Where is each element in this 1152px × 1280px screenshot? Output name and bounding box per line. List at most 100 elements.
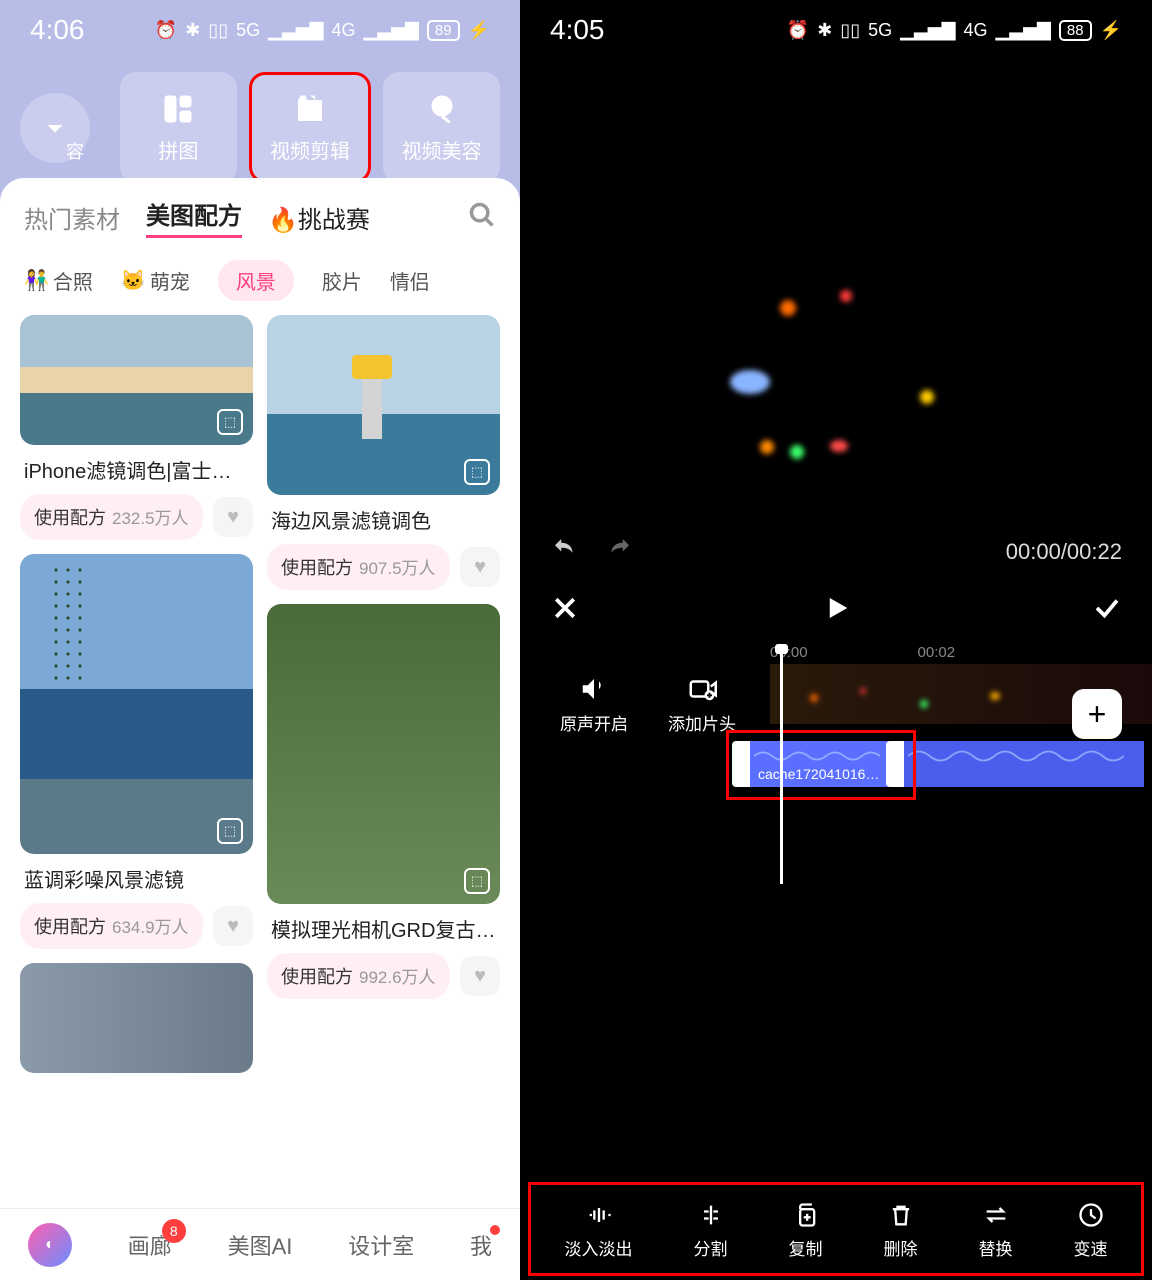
notification-dot — [490, 1225, 500, 1235]
chip-couple[interactable]: 情侣 — [390, 266, 430, 295]
nav-studio[interactable]: 设计室 — [348, 1229, 414, 1261]
card-thumb: ⬚ — [267, 604, 500, 904]
phone-right-editor: 4:05 ⏰ ✱ ▯▯ 5G▁▃▅▇ 4G▁▃▅▇ 88 ⚡ 00:00/00:… — [520, 0, 1152, 1280]
playhead[interactable] — [780, 650, 783, 884]
playback-controls: 00:00/00:22 — [520, 520, 1152, 583]
audio-clip[interactable] — [904, 741, 1144, 787]
card-thumb: ⬚ — [267, 315, 500, 495]
template-icon: ⬚ — [464, 868, 490, 894]
template-icon: ⬚ — [217, 409, 243, 435]
favorite-button[interactable]: ♥ — [213, 497, 253, 537]
charging-icon: ⚡ — [468, 20, 490, 41]
nav-me[interactable]: 我 — [470, 1229, 492, 1261]
card-title: 模拟理光相机GRD复古… — [267, 914, 500, 943]
signal-4g: 4G — [964, 20, 988, 41]
timeline-side-buttons: 原声开启 添加片头 — [560, 674, 736, 735]
video-edit-button[interactable]: 视频剪辑 — [249, 72, 372, 183]
template-icon: ⬚ — [464, 459, 490, 485]
nav-ai[interactable]: 美图AI — [228, 1229, 293, 1261]
nav-gallery[interactable]: 画廊8 — [128, 1229, 172, 1261]
puzzle-button[interactable]: 拼图 — [120, 72, 237, 183]
chip-pet[interactable]: 🐱萌宠 — [121, 266, 190, 295]
tool-fade[interactable]: 淡入淡出 — [565, 1201, 633, 1260]
chip-group[interactable]: 👫合照 — [24, 266, 93, 295]
bluetooth-icon: ✱ — [817, 20, 832, 41]
highlight-box-audio — [726, 730, 916, 800]
original-sound-button[interactable]: 原声开启 — [560, 674, 628, 735]
chip-scenery[interactable]: 风景 — [218, 260, 294, 301]
signal-5g: 5G — [236, 20, 260, 41]
vibrate-icon: ▯▯ — [840, 20, 860, 41]
favorite-button[interactable]: ♥ — [460, 547, 500, 587]
close-button[interactable] — [550, 593, 580, 628]
tab-recipe[interactable]: 美图配方 — [146, 196, 242, 238]
top-nav: 容 拼图 视频剪辑 视频美容 — [0, 60, 520, 195]
favorite-button[interactable]: ♥ — [460, 956, 500, 996]
tool-replace[interactable]: 替换 — [979, 1201, 1013, 1260]
tool-delete[interactable]: 删除 — [884, 1201, 918, 1260]
template-icon: ⬚ — [217, 818, 243, 844]
battery: 88 — [1059, 20, 1092, 41]
tool-copy[interactable]: 复制 — [789, 1201, 823, 1260]
timeline-area[interactable]: 00:00 00:02 原声开启 添加片头 + — [520, 634, 1152, 904]
use-recipe-button[interactable]: 使用配方992.6万人 — [267, 953, 450, 999]
time: 4:05 — [550, 14, 605, 46]
card-thumb: ⬚ — [20, 315, 253, 445]
card-item[interactable]: ⬚ 模拟理光相机GRD复古… 使用配方992.6万人 ♥ — [267, 604, 500, 999]
status-bar-right: 4:05 ⏰ ✱ ▯▯ 5G▁▃▅▇ 4G▁▃▅▇ 88 ⚡ — [520, 0, 1152, 60]
time-marks: 00:00 00:02 — [520, 644, 1152, 661]
undo-button[interactable] — [550, 534, 580, 569]
video-beauty-button[interactable]: 视频美容 — [383, 72, 500, 183]
mark-1: 00:02 — [918, 644, 956, 661]
battery: 89 — [427, 20, 460, 41]
add-clip-button[interactable]: 添加片头 — [668, 674, 736, 735]
alarm-icon: ⏰ — [787, 20, 809, 41]
card-title: iPhone滤镜调色|富士… — [20, 455, 253, 484]
alarm-icon: ⏰ — [155, 20, 177, 41]
logo-button[interactable]: ◐ — [28, 1223, 72, 1267]
add-media-button[interactable]: + — [1072, 689, 1122, 739]
badge-count: 8 — [162, 1219, 186, 1243]
card-thumb — [20, 963, 253, 1073]
use-recipe-button[interactable]: 使用配方907.5万人 — [267, 544, 450, 590]
signal-4g: 4G — [332, 20, 356, 41]
vibrate-icon: ▯▯ — [208, 20, 228, 41]
main-tabs: 热门素材 美图配方 🔥挑战赛 — [0, 178, 520, 256]
status-bar-left: 4:06 ⏰ ✱ ▯▯ 5G▁▃▅▇ 4G▁▃▅▇ 89 ⚡ — [0, 0, 520, 60]
content-area: 热门素材 美图配方 🔥挑战赛 👫合照 🐱萌宠 风景 胶片 情侣 ⬚ iPhone… — [0, 178, 520, 1280]
tool-split[interactable]: 分割 — [694, 1201, 728, 1260]
card-title: 蓝调彩噪风景滤镜 — [20, 864, 253, 893]
card-title: 海边风景滤镜调色 — [267, 505, 500, 534]
tool-speed[interactable]: 变速 — [1074, 1201, 1108, 1260]
status-icons: ⏰ ✱ ▯▯ 5G▁▃▅▇ 4G▁▃▅▇ 88 ⚡ — [787, 20, 1122, 41]
action-row — [520, 583, 1152, 634]
more-label: 容 — [66, 142, 84, 162]
video-preview[interactable] — [520, 60, 1152, 520]
use-recipe-button[interactable]: 使用配方634.9万人 — [20, 903, 203, 949]
phone-left-meitu: 4:06 ⏰ ✱ ▯▯ 5G▁▃▅▇ 4G▁▃▅▇ 89 ⚡ 容 拼图 视频剪辑… — [0, 0, 520, 1280]
bluetooth-icon: ✱ — [185, 20, 200, 41]
charging-icon: ⚡ — [1100, 20, 1122, 41]
card-thumb: ⬚ — [20, 554, 253, 854]
card-item[interactable]: ⬚ iPhone滤镜调色|富士… 使用配方232.5万人 ♥ — [20, 315, 253, 540]
card-item[interactable]: ⬚ 海边风景滤镜调色 使用配方907.5万人 ♥ — [267, 315, 500, 590]
status-icons: ⏰ ✱ ▯▯ 5G▁▃▅▇ 4G▁▃▅▇ 89 ⚡ — [155, 20, 490, 41]
time: 4:06 — [30, 14, 85, 46]
play-button[interactable] — [821, 593, 851, 628]
tab-hot[interactable]: 热门素材 — [24, 200, 120, 235]
search-icon[interactable] — [468, 201, 496, 234]
card-grid[interactable]: ⬚ iPhone滤镜调色|富士… 使用配方232.5万人 ♥ ⬚ 蓝调彩噪风景滤… — [0, 315, 520, 1105]
redo-button[interactable] — [604, 534, 634, 569]
timecode: 00:00/00:22 — [1006, 539, 1122, 565]
favorite-button[interactable]: ♥ — [213, 906, 253, 946]
chip-film[interactable]: 胶片 — [322, 266, 362, 295]
card-item[interactable]: ⬚ 蓝调彩噪风景滤镜 使用配方634.9万人 ♥ — [20, 554, 253, 949]
use-recipe-button[interactable]: 使用配方232.5万人 — [20, 494, 203, 540]
category-chips: 👫合照 🐱萌宠 风景 胶片 情侣 — [0, 256, 520, 315]
tab-challenge[interactable]: 🔥挑战赛 — [268, 200, 370, 235]
confirm-button[interactable] — [1092, 593, 1122, 628]
editor-toolbar: 淡入淡出 分割 复制 删除 替换 变速 — [520, 1180, 1152, 1280]
bottom-nav-left: ◐ 画廊8 美图AI 设计室 我 — [0, 1208, 520, 1280]
signal-5g: 5G — [868, 20, 892, 41]
card-item[interactable] — [20, 963, 253, 1073]
